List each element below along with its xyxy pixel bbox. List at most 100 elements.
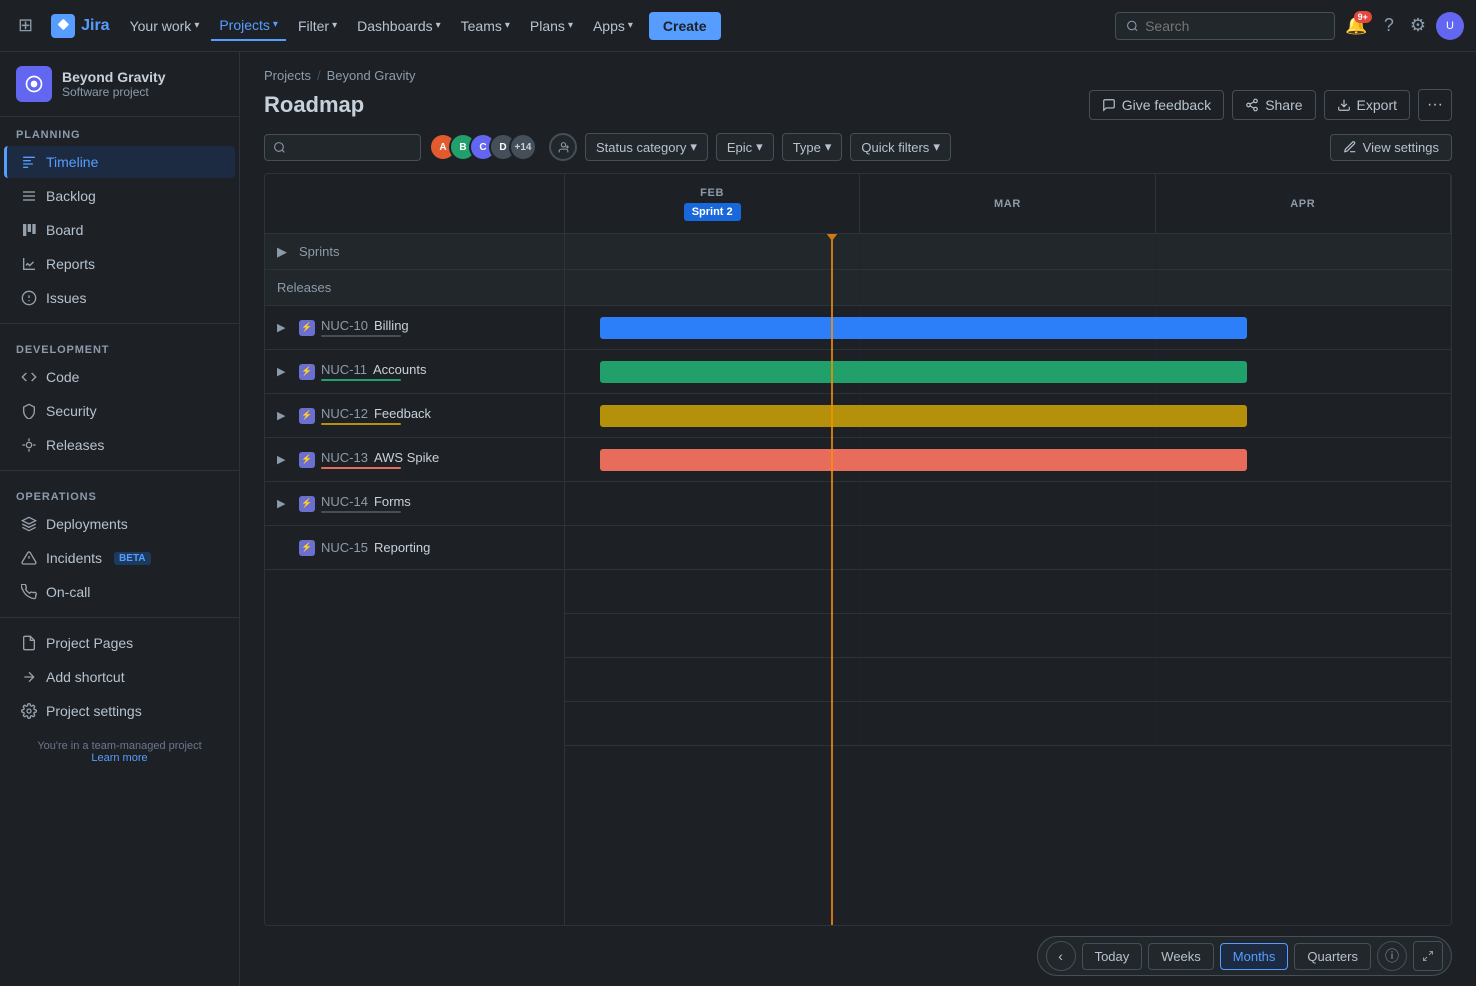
expand-sprints-button[interactable]: ▶ [277, 244, 293, 260]
issues-search-input[interactable] [292, 140, 412, 155]
give-feedback-button[interactable]: Give feedback [1089, 90, 1225, 120]
jira-logo[interactable]: Jira [43, 14, 117, 38]
avatar-more[interactable]: +14 [509, 133, 537, 161]
prev-button[interactable]: ‹ [1046, 941, 1076, 971]
sidebar-item-deployments[interactable]: Deployments [4, 508, 235, 540]
type-filter[interactable]: Type ▾ [782, 133, 843, 161]
nav-plans[interactable]: Plans ▾ [522, 12, 581, 40]
issue-row-nuc11[interactable]: ▶ ⚡ NUC-11 Accounts [265, 350, 564, 394]
weeks-button[interactable]: Weeks [1148, 943, 1214, 970]
create-button[interactable]: Create [649, 12, 721, 40]
expand-fullscreen-button[interactable] [1413, 941, 1443, 971]
more-options-button[interactable]: ··· [1418, 89, 1452, 121]
chevron-down-icon: ▾ [628, 20, 633, 31]
nav-teams[interactable]: Teams ▾ [453, 12, 518, 40]
month-feb: FEB Sprint 2 [565, 174, 860, 233]
expand-issue-button[interactable]: ▶ [277, 409, 293, 422]
avatar-group[interactable]: A B C D +14 [429, 133, 537, 161]
share-button[interactable]: Share [1232, 90, 1315, 120]
months-button[interactable]: Months [1220, 943, 1289, 970]
nav-your-work[interactable]: Your work ▾ [122, 12, 208, 40]
breadcrumb-beyond-gravity[interactable]: Beyond Gravity [327, 68, 416, 83]
gantt-right-panel: FEB Sprint 2 MAR APR [565, 174, 1451, 925]
sidebar-item-issues[interactable]: Issues [4, 282, 235, 314]
nav-projects[interactable]: Projects ▾ [211, 11, 286, 41]
grid-icon[interactable]: ⊞ [12, 9, 39, 42]
learn-more-link[interactable]: Learn more [91, 752, 147, 764]
notification-badge: 9+ [1354, 11, 1372, 23]
timeline-col-apr [1156, 270, 1451, 305]
sidebar-item-add-shortcut[interactable]: Add shortcut [4, 661, 235, 693]
timeline-row-nuc13[interactable] [565, 438, 1451, 482]
board-icon [20, 221, 38, 239]
export-icon [1337, 98, 1351, 112]
timeline-row-nuc12[interactable] [565, 394, 1451, 438]
status-category-filter[interactable]: Status category ▾ [585, 133, 708, 161]
gantt-container: ▶ Sprints Releases ▶ ⚡ NUC-10 [240, 173, 1476, 926]
epic-filter[interactable]: Epic ▾ [716, 133, 774, 161]
section-label-operations: OPERATIONS [0, 479, 239, 507]
gantt-bar-nuc13[interactable] [600, 449, 1247, 471]
nav-filter[interactable]: Filter ▾ [290, 12, 345, 40]
quick-filters-filter[interactable]: Quick filters ▾ [850, 133, 950, 161]
settings-button[interactable]: ⚙ [1404, 9, 1432, 42]
search-input[interactable] [1145, 18, 1324, 34]
gantt-bar-nuc10[interactable] [600, 317, 1247, 339]
search-box[interactable] [1115, 12, 1335, 40]
sidebar-item-oncall[interactable]: On-call [4, 576, 235, 608]
issue-row-nuc15[interactable]: ⚡ NUC-15 Reporting [265, 526, 564, 570]
security-icon [20, 402, 38, 420]
add-user-icon [557, 141, 570, 154]
timeline-row-nuc11[interactable] [565, 350, 1451, 394]
sidebar-item-reports[interactable]: Reports [4, 248, 235, 280]
notifications-button[interactable]: 🔔 9+ [1339, 9, 1373, 42]
nav-apps[interactable]: Apps ▾ [585, 12, 641, 40]
sidebar-item-project-pages[interactable]: Project Pages [4, 627, 235, 659]
today-button[interactable]: Today [1082, 943, 1143, 970]
issue-row-nuc14[interactable]: ▶ ⚡ NUC-14 Forms [265, 482, 564, 526]
expand-issue-button[interactable]: ▶ [277, 497, 293, 510]
timeline-controls: ‹ Today Weeks Months Quarters ⓘ [1037, 936, 1452, 976]
backlog-icon [20, 187, 38, 205]
user-avatar[interactable]: U [1436, 12, 1464, 40]
timeline-empty-row [565, 702, 1451, 746]
add-user-button[interactable] [549, 133, 577, 161]
issue-row-nuc12[interactable]: ▶ ⚡ NUC-12 Feedback [265, 394, 564, 438]
toolbar-search[interactable] [264, 134, 421, 161]
sprints-section-header: ▶ Sprints [265, 234, 564, 270]
gantt-bar-nuc12[interactable] [600, 405, 1247, 427]
sidebar-item-backlog[interactable]: Backlog [4, 180, 235, 212]
issue-row-nuc13[interactable]: ▶ ⚡ NUC-13 AWS Spike [265, 438, 564, 482]
epic-icon: ⚡ [299, 320, 315, 336]
expand-issue-button[interactable]: ▶ [277, 453, 293, 466]
breadcrumb-projects[interactable]: Projects [264, 68, 311, 83]
gantt-bar-nuc11[interactable] [600, 361, 1247, 383]
epic-icon: ⚡ [299, 452, 315, 468]
sidebar-item-code[interactable]: Code [4, 361, 235, 393]
timeline-row-nuc14[interactable] [565, 482, 1451, 526]
info-button[interactable]: ⓘ [1377, 941, 1407, 971]
sidebar-item-timeline[interactable]: Timeline [4, 146, 235, 178]
gantt-left-header [265, 174, 564, 234]
deployments-icon [20, 515, 38, 533]
help-button[interactable]: ? [1378, 9, 1400, 42]
sidebar-item-releases[interactable]: Releases [4, 429, 235, 461]
issue-row-nuc10[interactable]: ▶ ⚡ NUC-10 Billing [265, 306, 564, 350]
timeline-row-nuc15[interactable] [565, 526, 1451, 570]
sidebar-item-security[interactable]: Security [4, 395, 235, 427]
month-mar: MAR [860, 174, 1155, 233]
sidebar-item-project-settings[interactable]: Project settings [4, 695, 235, 727]
sidebar-item-incidents[interactable]: Incidents BETA [4, 542, 235, 574]
timeline-col-mar [860, 270, 1155, 305]
view-settings-button[interactable]: View settings [1330, 134, 1452, 161]
chevron-down-icon: ▾ [933, 139, 940, 155]
releases-icon [20, 436, 38, 454]
timeline-row-nuc10[interactable] [565, 306, 1451, 350]
export-button[interactable]: Export [1324, 90, 1410, 120]
expand-issue-button[interactable]: ▶ [277, 321, 293, 334]
expand-issue-button[interactable]: ▶ [277, 365, 293, 378]
quarters-button[interactable]: Quarters [1294, 943, 1371, 970]
month-apr: APR [1156, 174, 1451, 233]
sidebar-item-board[interactable]: Board [4, 214, 235, 246]
nav-dashboards[interactable]: Dashboards ▾ [349, 12, 449, 40]
